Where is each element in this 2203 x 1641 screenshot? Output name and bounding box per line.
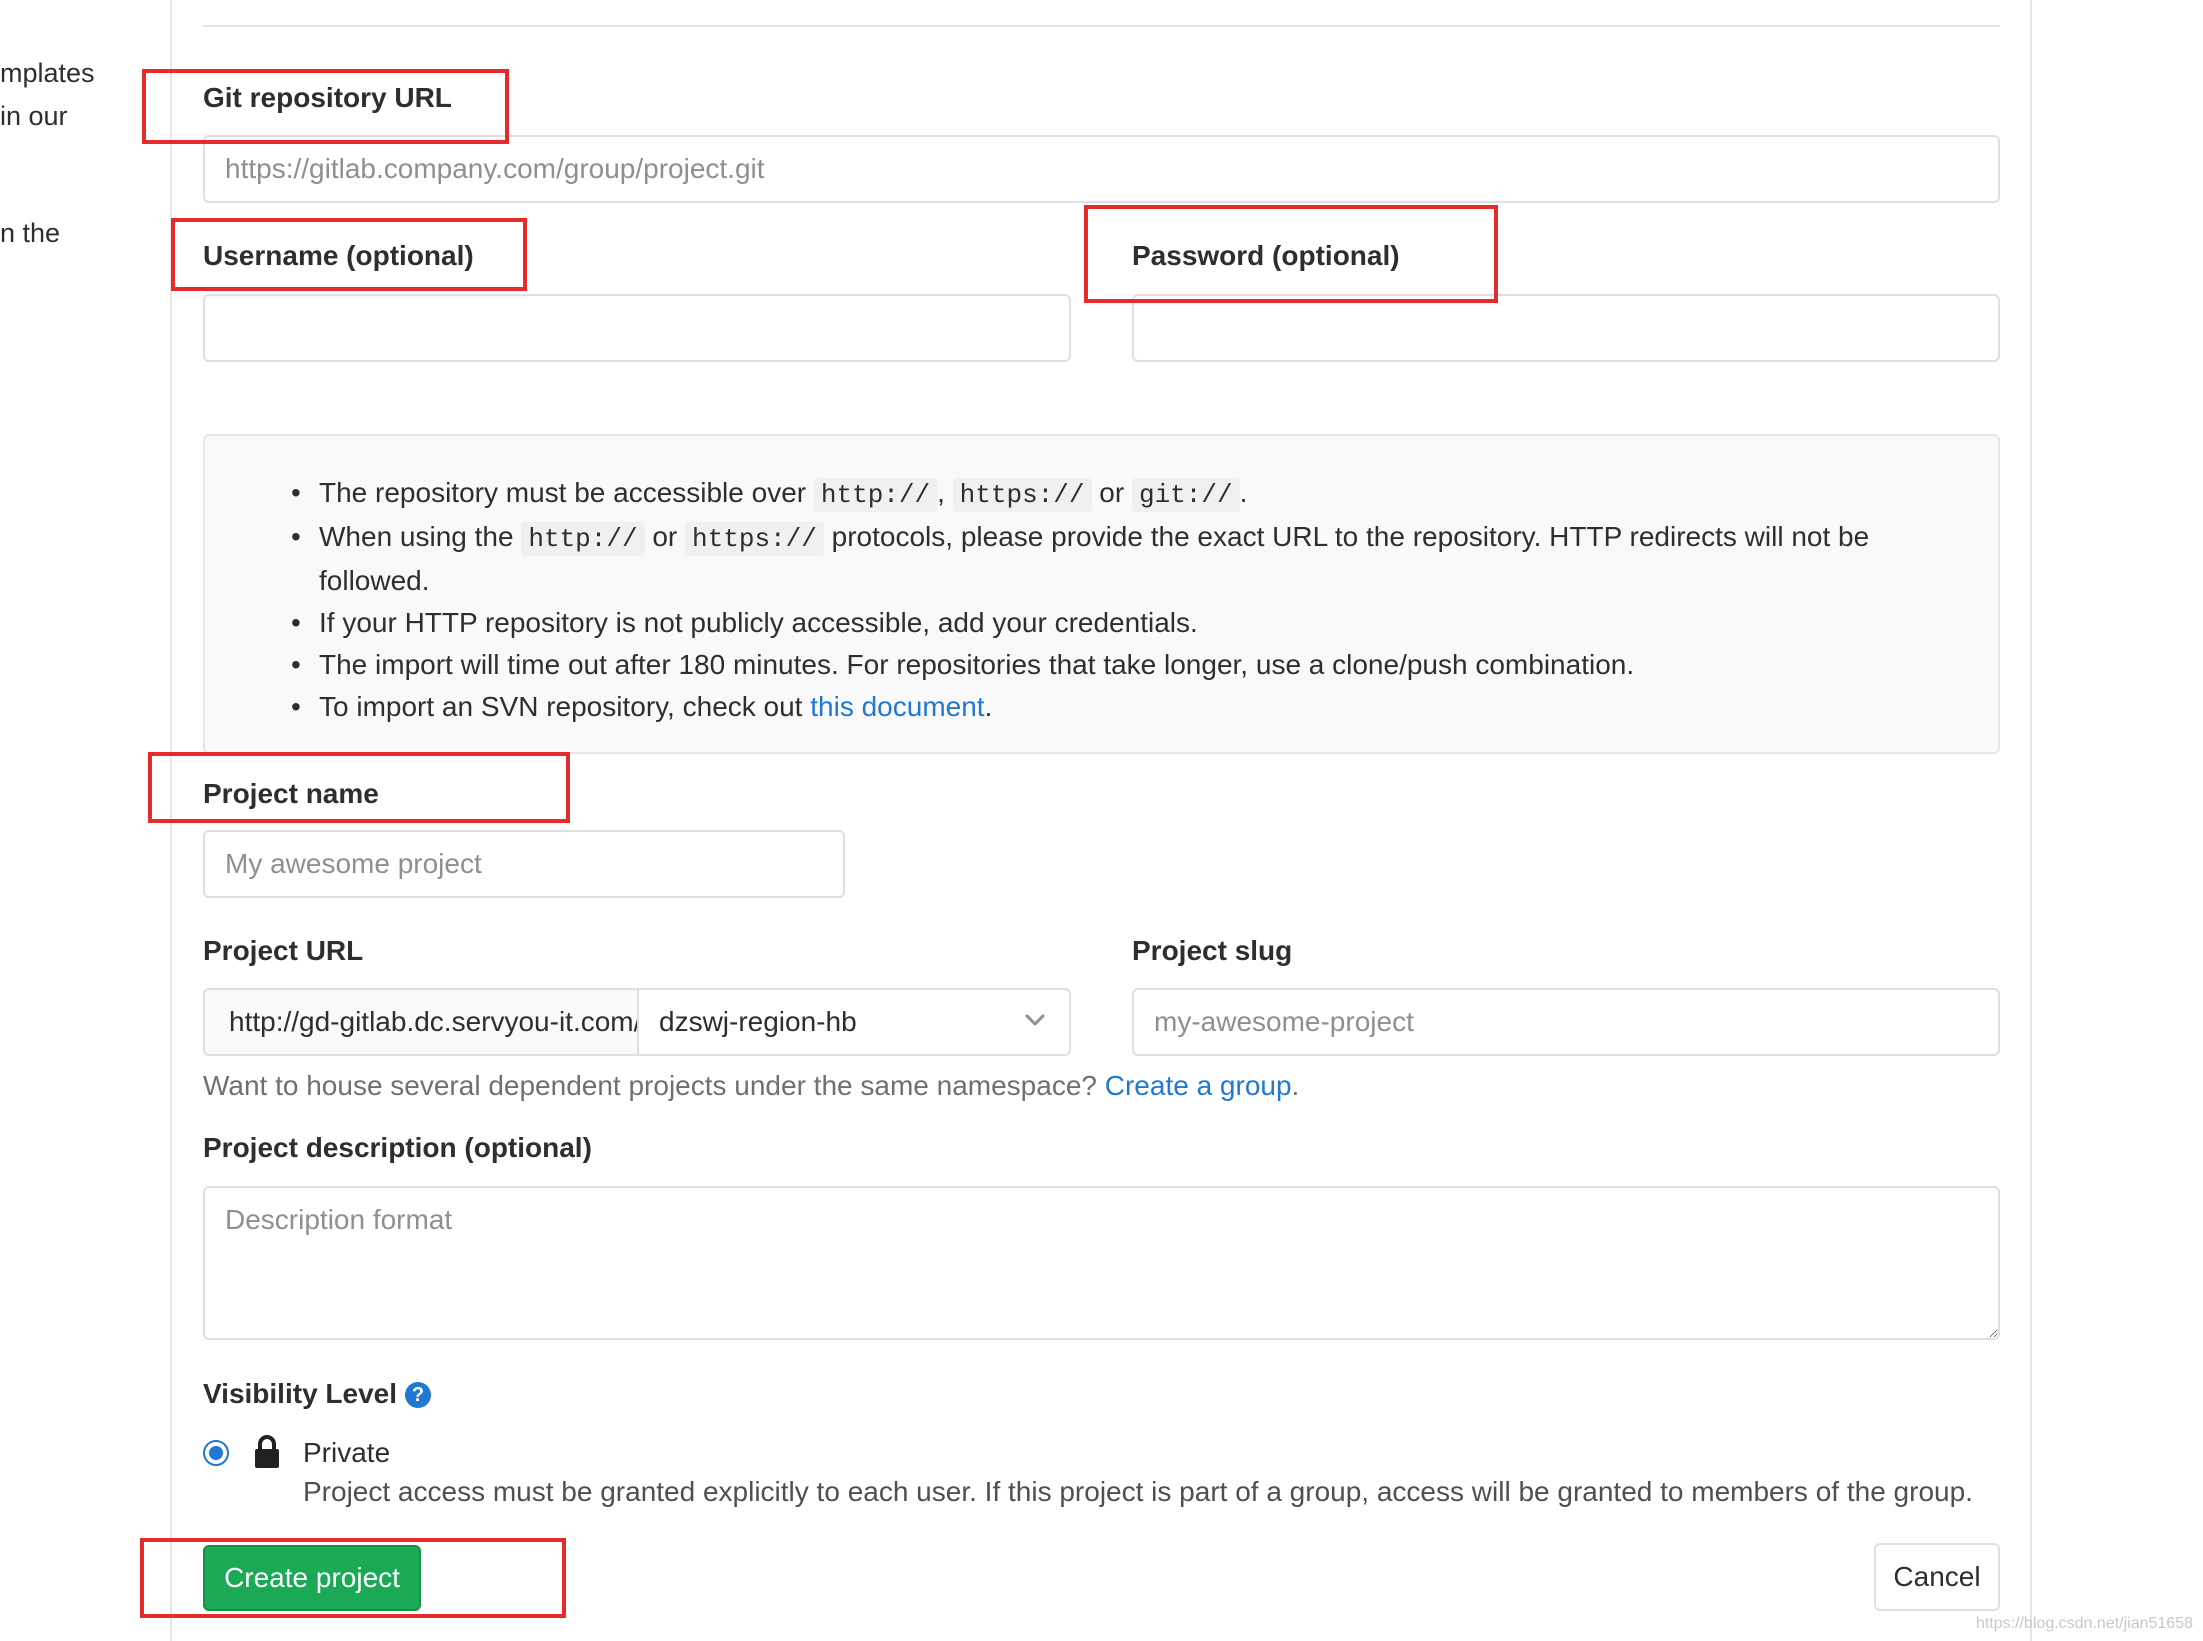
password-label: Password (optional)	[1132, 240, 1400, 271]
git-repo-url-label: Git repository URL	[203, 82, 452, 113]
svn-document-link[interactable]: this document	[810, 691, 984, 722]
project-slug-label: Project slug	[1132, 935, 1293, 966]
project-description-label: Project description (optional)	[203, 1132, 592, 1163]
cancel-button[interactable]: Cancel	[1874, 1543, 2000, 1611]
info-item-access: • The repository must be accessible over…	[291, 477, 1248, 512]
top-divider	[203, 25, 2000, 27]
info-item-credentials: • If your HTTP repository is not publicl…	[291, 607, 1198, 638]
namespace-select-value: dzswj-region-hb	[659, 1006, 857, 1037]
project-slug-input[interactable]	[1132, 988, 2000, 1056]
project-url-label: Project URL	[203, 935, 364, 966]
visibility-private-description: Project access must be granted explicitl…	[303, 1476, 1973, 1507]
question-circle-icon[interactable]: ?	[405, 1382, 432, 1408]
info-item-svn: • To import an SVN repository, check out…	[291, 691, 993, 722]
import-info-box: • The repository must be accessible over…	[203, 434, 2000, 754]
sidebar-text-fragment-2: in our	[0, 101, 68, 131]
project-description-textarea[interactable]	[203, 1186, 2000, 1340]
sidebar-text-fragment-3: n the	[0, 218, 61, 248]
watermark: https://blog.csdn.net/jian51658	[1975, 1615, 2193, 1632]
create-group-link[interactable]: Create a group	[1105, 1070, 1292, 1101]
info-item-timeout: • The import will time out after 180 min…	[291, 649, 1635, 680]
chevron-down-icon	[1025, 1014, 1045, 1026]
username-label: Username (optional)	[203, 240, 474, 271]
namespace-select[interactable]: dzswj-region-hb	[637, 988, 1071, 1056]
password-input[interactable]	[1132, 294, 2000, 362]
lock-icon	[255, 1435, 279, 1468]
project-url-prefix: http://gd-gitlab.dc.servyou-it.com/	[203, 988, 637, 1056]
project-name-input[interactable]	[203, 830, 845, 898]
info-item-protocols: • When using the http:// or https:// pro…	[291, 521, 1870, 596]
project-name-label: Project name	[203, 778, 379, 809]
project-url-group: http://gd-gitlab.dc.servyou-it.com/ dzsw…	[203, 988, 1071, 1056]
namespace-hint: Want to house several dependent projects…	[203, 1070, 1300, 1101]
username-input[interactable]	[203, 294, 1071, 362]
create-project-button[interactable]: Create project	[203, 1545, 421, 1611]
sidebar-text-fragment-1: mplates	[0, 58, 95, 88]
visibility-private-label: Private	[303, 1437, 391, 1468]
visibility-private-radio[interactable]	[203, 1440, 229, 1466]
git-repo-url-input[interactable]	[203, 135, 2000, 203]
visibility-level-label: Visibility Level?	[203, 1378, 432, 1410]
